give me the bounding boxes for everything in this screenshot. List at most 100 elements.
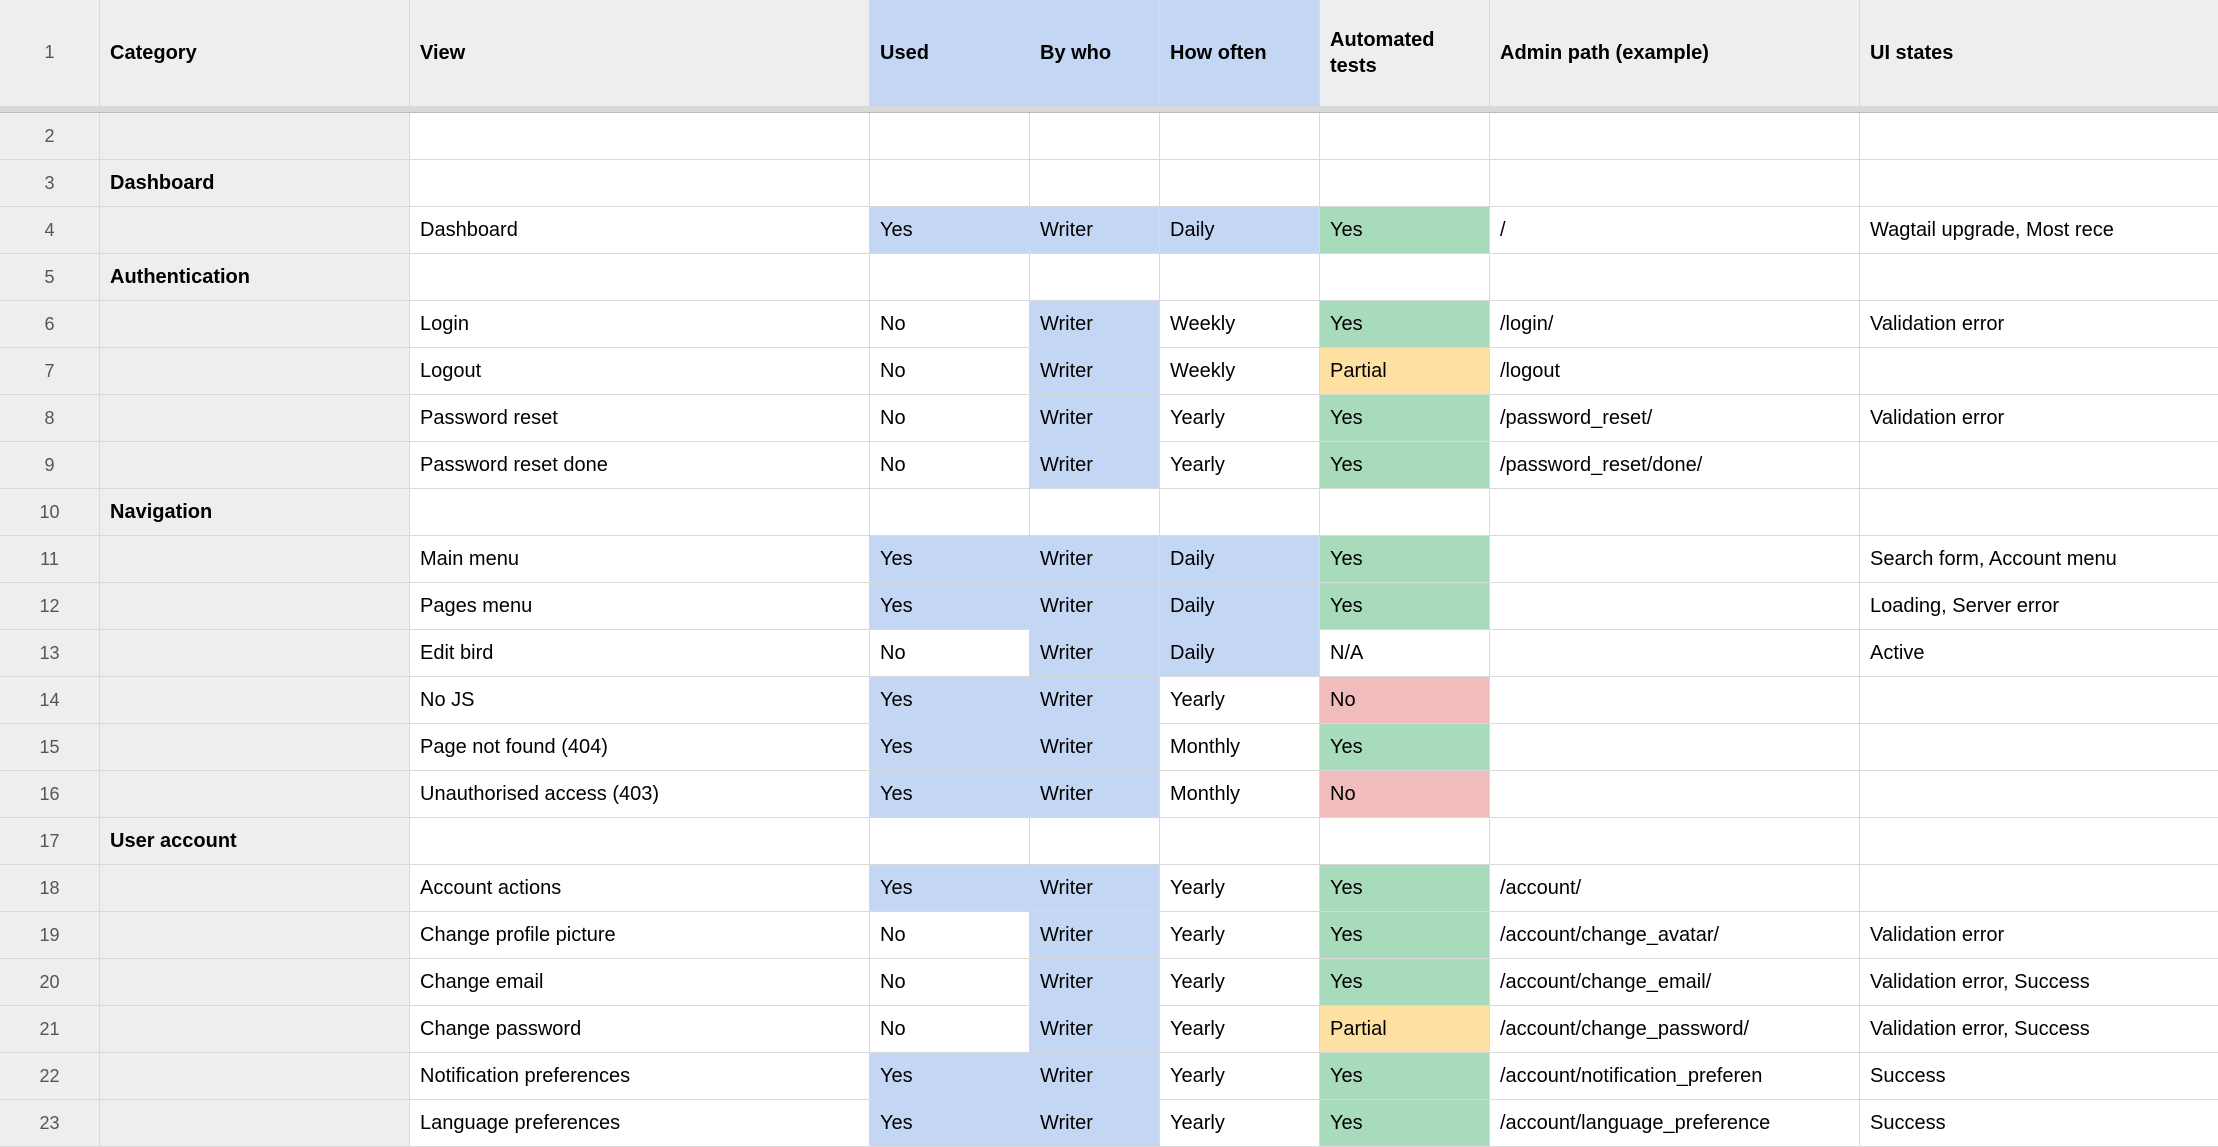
category-cell[interactable] bbox=[100, 348, 410, 394]
row-number[interactable]: 2 bbox=[0, 113, 100, 159]
path-cell[interactable]: /account/notification_preferen bbox=[1490, 1053, 1860, 1099]
tests-cell[interactable]: Yes bbox=[1320, 583, 1490, 629]
bywho-cell[interactable]: Writer bbox=[1030, 1100, 1160, 1146]
row-number[interactable]: 7 bbox=[0, 348, 100, 394]
states-cell[interactable] bbox=[1860, 818, 2218, 864]
view-cell[interactable] bbox=[410, 818, 870, 864]
view-cell[interactable]: Login bbox=[410, 301, 870, 347]
path-cell[interactable] bbox=[1490, 536, 1860, 582]
row-number[interactable]: 9 bbox=[0, 442, 100, 488]
used-cell[interactable]: Yes bbox=[870, 207, 1030, 253]
category-cell[interactable] bbox=[100, 677, 410, 723]
tests-cell[interactable]: Yes bbox=[1320, 865, 1490, 911]
view-cell[interactable]: Unauthorised access (403) bbox=[410, 771, 870, 817]
used-cell[interactable]: Yes bbox=[870, 677, 1030, 723]
row-number[interactable]: 18 bbox=[0, 865, 100, 911]
row-number[interactable]: 21 bbox=[0, 1006, 100, 1052]
category-cell[interactable]: User account bbox=[100, 818, 410, 864]
category-cell[interactable] bbox=[100, 583, 410, 629]
view-cell[interactable]: Change password bbox=[410, 1006, 870, 1052]
howoften-cell[interactable]: Yearly bbox=[1160, 1053, 1320, 1099]
bywho-cell[interactable]: Writer bbox=[1030, 395, 1160, 441]
bywho-cell[interactable]: Writer bbox=[1030, 771, 1160, 817]
path-cell[interactable]: /account/change_avatar/ bbox=[1490, 912, 1860, 958]
path-cell[interactable] bbox=[1490, 113, 1860, 159]
row-number[interactable]: 22 bbox=[0, 1053, 100, 1099]
bywho-cell[interactable] bbox=[1030, 818, 1160, 864]
howoften-cell[interactable]: Yearly bbox=[1160, 442, 1320, 488]
view-cell[interactable]: Change email bbox=[410, 959, 870, 1005]
header-tests[interactable]: Automated tests bbox=[1320, 0, 1490, 106]
category-cell[interactable] bbox=[100, 442, 410, 488]
states-cell[interactable]: Success bbox=[1860, 1100, 2218, 1146]
view-cell[interactable]: Main menu bbox=[410, 536, 870, 582]
category-cell[interactable] bbox=[100, 724, 410, 770]
tests-cell[interactable] bbox=[1320, 818, 1490, 864]
row-number[interactable]: 4 bbox=[0, 207, 100, 253]
path-cell[interactable]: /login/ bbox=[1490, 301, 1860, 347]
states-cell[interactable]: Validation error bbox=[1860, 301, 2218, 347]
view-cell[interactable]: Password reset bbox=[410, 395, 870, 441]
row-number[interactable]: 6 bbox=[0, 301, 100, 347]
states-cell[interactable] bbox=[1860, 724, 2218, 770]
tests-cell[interactable]: Partial bbox=[1320, 1006, 1490, 1052]
howoften-cell[interactable] bbox=[1160, 160, 1320, 206]
category-cell[interactable] bbox=[100, 1100, 410, 1146]
category-cell[interactable] bbox=[100, 912, 410, 958]
states-cell[interactable]: Search form, Account menu bbox=[1860, 536, 2218, 582]
row-number[interactable]: 8 bbox=[0, 395, 100, 441]
bywho-cell[interactable]: Writer bbox=[1030, 677, 1160, 723]
view-cell[interactable]: Dashboard bbox=[410, 207, 870, 253]
used-cell[interactable]: No bbox=[870, 912, 1030, 958]
used-cell[interactable] bbox=[870, 254, 1030, 300]
category-cell[interactable] bbox=[100, 536, 410, 582]
howoften-cell[interactable]: Daily bbox=[1160, 536, 1320, 582]
category-cell[interactable] bbox=[100, 1053, 410, 1099]
bywho-cell[interactable]: Writer bbox=[1030, 583, 1160, 629]
bywho-cell[interactable] bbox=[1030, 489, 1160, 535]
used-cell[interactable]: No bbox=[870, 348, 1030, 394]
path-cell[interactable] bbox=[1490, 677, 1860, 723]
bywho-cell[interactable]: Writer bbox=[1030, 912, 1160, 958]
path-cell[interactable]: / bbox=[1490, 207, 1860, 253]
category-cell[interactable] bbox=[100, 1006, 410, 1052]
tests-cell[interactable]: Yes bbox=[1320, 1053, 1490, 1099]
row-number[interactable]: 1 bbox=[0, 0, 100, 106]
tests-cell[interactable]: Yes bbox=[1320, 395, 1490, 441]
row-number[interactable]: 10 bbox=[0, 489, 100, 535]
row-number[interactable]: 14 bbox=[0, 677, 100, 723]
category-cell[interactable] bbox=[100, 395, 410, 441]
view-cell[interactable]: Logout bbox=[410, 348, 870, 394]
tests-cell[interactable]: Yes bbox=[1320, 442, 1490, 488]
bywho-cell[interactable]: Writer bbox=[1030, 959, 1160, 1005]
path-cell[interactable]: /logout bbox=[1490, 348, 1860, 394]
bywho-cell[interactable]: Writer bbox=[1030, 536, 1160, 582]
states-cell[interactable]: Validation error bbox=[1860, 912, 2218, 958]
path-cell[interactable]: /account/ bbox=[1490, 865, 1860, 911]
used-cell[interactable]: Yes bbox=[870, 771, 1030, 817]
states-cell[interactable]: Validation error, Success bbox=[1860, 1006, 2218, 1052]
states-cell[interactable]: Success bbox=[1860, 1053, 2218, 1099]
header-howoften[interactable]: How often bbox=[1160, 0, 1320, 106]
used-cell[interactable]: Yes bbox=[870, 724, 1030, 770]
category-cell[interactable] bbox=[100, 771, 410, 817]
states-cell[interactable]: Active bbox=[1860, 630, 2218, 676]
view-cell[interactable]: Language preferences bbox=[410, 1100, 870, 1146]
states-cell[interactable]: Wagtail upgrade, Most rece bbox=[1860, 207, 2218, 253]
row-number[interactable]: 19 bbox=[0, 912, 100, 958]
tests-cell[interactable]: Yes bbox=[1320, 536, 1490, 582]
used-cell[interactable]: Yes bbox=[870, 865, 1030, 911]
used-cell[interactable] bbox=[870, 489, 1030, 535]
used-cell[interactable] bbox=[870, 113, 1030, 159]
bywho-cell[interactable]: Writer bbox=[1030, 1006, 1160, 1052]
path-cell[interactable]: /password_reset/ bbox=[1490, 395, 1860, 441]
bywho-cell[interactable] bbox=[1030, 254, 1160, 300]
view-cell[interactable] bbox=[410, 254, 870, 300]
view-cell[interactable] bbox=[410, 489, 870, 535]
row-number[interactable]: 5 bbox=[0, 254, 100, 300]
used-cell[interactable] bbox=[870, 160, 1030, 206]
bywho-cell[interactable]: Writer bbox=[1030, 207, 1160, 253]
used-cell[interactable]: No bbox=[870, 395, 1030, 441]
howoften-cell[interactable]: Yearly bbox=[1160, 912, 1320, 958]
howoften-cell[interactable]: Weekly bbox=[1160, 301, 1320, 347]
